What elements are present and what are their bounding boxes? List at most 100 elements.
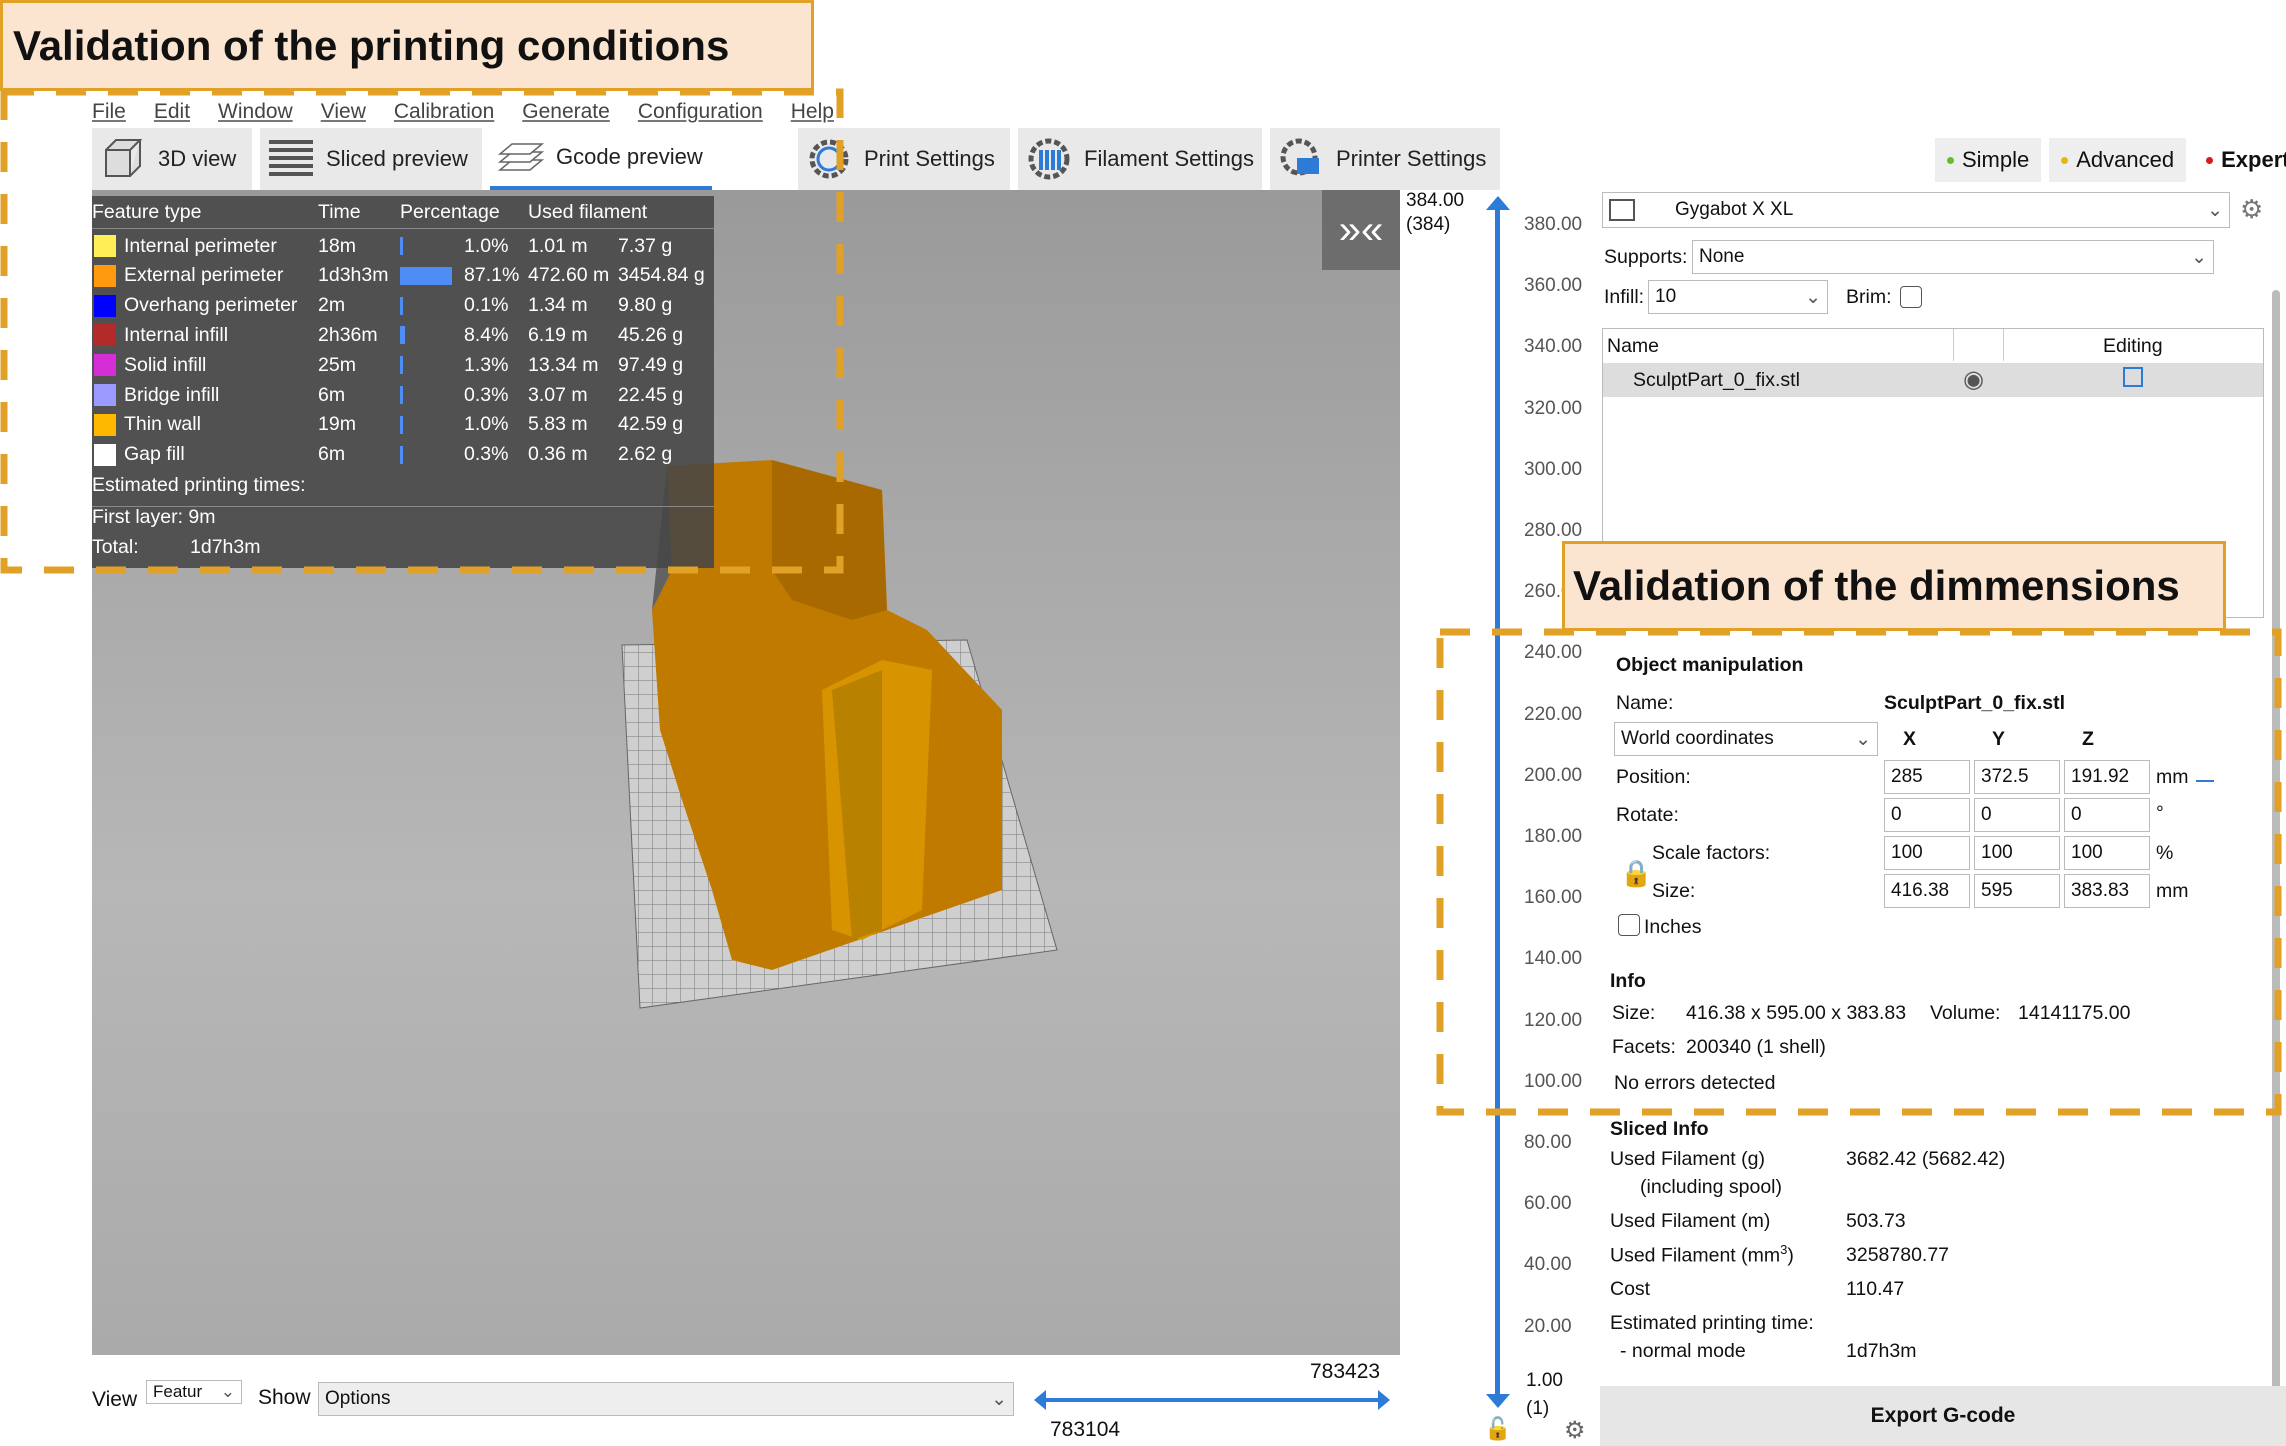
drop-to-bed-icon[interactable] [2196,764,2214,782]
column-divider [1953,329,1954,361]
inches-checkbox[interactable] [1618,914,1640,936]
legend-percentage-bar [400,445,403,464]
tab-sliced-preview[interactable]: Sliced preview [260,128,482,190]
rotate-x-input[interactable]: 0 [1884,798,1970,832]
size-y-input[interactable]: 595 [1974,874,2060,908]
sidebar-scrollbar[interactable] [2272,290,2280,1430]
layer-slider-bottom-handle[interactable] [1486,1394,1510,1408]
layer-slider-track[interactable] [1495,202,1500,1402]
legend-percentage: 0.3% [464,443,509,466]
legend-row: Gap fill 6m 0.3% 0.36 m 2.62 g [92,441,714,469]
gear-icon [804,134,854,184]
eye-icon[interactable]: ◉ [1963,365,1984,394]
size-z-input[interactable]: 383.83 [2064,874,2150,908]
unlock-icon[interactable]: 🔓 [1484,1416,1511,1442]
legend-used-length: 5.83 m [528,413,588,436]
mode-expert[interactable]: Expert [2194,138,2286,182]
legend-used-length: 0.36 m [528,443,588,466]
chevron-down-icon: ⌄ [1805,286,1821,308]
collapse-sidebar-button[interactable]: »« [1322,190,1400,270]
mode-simple[interactable]: Simple [1935,138,2042,182]
horizontal-slider-right-handle[interactable] [1378,1390,1390,1410]
legend-feature-name: Internal perimeter [124,234,277,257]
layer-tick-label: 320.00 [1524,397,1583,419]
annotation-title-dimensions: Validation of the dimmensions [1562,541,2226,631]
legend-percentage-bar [400,386,403,404]
rotate-y-input[interactable]: 0 [1974,798,2060,832]
mode-selector: Simple Advanced Expert [1935,138,2286,182]
legend-used-weight: 45.26 g [618,323,684,346]
legend-time: 25m [318,353,356,376]
legend-time: 6m [318,383,346,406]
scale-x-input[interactable]: 100 [1884,836,1970,870]
layer-slider-top-handle[interactable] [1486,196,1510,210]
chevron-down-icon: ⌄ [1855,728,1871,750]
show-options-select[interactable]: Options ⌄ [318,1382,1014,1416]
legend-percentage: 8.4% [464,323,509,346]
double-chevron-icon: »« [1338,207,1384,252]
printer-gear-icon[interactable]: ⚙ [2240,194,2263,225]
position-x-input[interactable]: 285 [1884,760,1970,794]
legend-divider [92,228,714,229]
legend-used-length: 13.34 m [528,353,599,376]
legend-percentage: 1.0% [464,234,509,257]
scale-y-input[interactable]: 100 [1974,836,2060,870]
horizontal-slider-left-handle[interactable] [1034,1390,1046,1410]
legend-color-swatch [94,235,116,257]
legend-percentage: 87.1% [464,264,520,287]
legend-used-weight: 97.49 g [618,353,684,376]
feature-legend: Feature type Time Percentage Used filame… [92,196,714,568]
tab-3d-view[interactable]: 3D view [92,128,252,190]
legend-row: Thin wall 19m 1.0% 5.83 m 42.59 g [92,411,714,439]
settings-cog-icon[interactable]: ⚙ [1564,1416,1586,1445]
scale-z-input[interactable]: 100 [2064,836,2150,870]
legend-color-swatch [94,354,116,377]
cube-icon [98,134,148,184]
layer-tick-label: 40.00 [1524,1254,1572,1276]
layer-tick-label: 340.00 [1524,336,1583,358]
infill-select[interactable]: 10 ⌄ [1648,280,1828,314]
legend-time: 2h36m [318,323,378,346]
chevron-down-icon: ⌄ [2191,246,2207,268]
view-type-select[interactable]: Featur ⌄ [146,1380,242,1404]
legend-row: External perimeter 1d3h3m 87.1% 472.60 m 345… [92,262,714,290]
layer-tick-label: 240.00 [1524,642,1583,664]
legend-feature-name: Bridge infill [124,383,220,406]
brim-checkbox[interactable] [1900,286,1922,308]
layer-tick-label: 160.00 [1524,887,1583,909]
mode-advanced[interactable]: Advanced [2049,138,2187,182]
chevron-down-icon: ⌄ [2207,199,2223,221]
export-gcode-button[interactable]: Export G-code [1600,1386,2286,1446]
legend-color-swatch [94,264,116,287]
position-y-input[interactable]: 372.5 [1974,760,2060,794]
legend-percentage-bar [400,415,403,434]
layer-tick-label: 20.00 [1524,1315,1572,1337]
supports-select[interactable]: None ⌄ [1692,240,2214,274]
tab-filament-settings[interactable]: Filament Settings [1018,128,1262,190]
legend-color-swatch [94,324,116,347]
edit-icon[interactable] [2123,367,2143,387]
layer-tick-label: 280.00 [1524,520,1583,541]
legend-used-weight: 42.59 g [618,413,684,436]
list-item[interactable]: SculptPart_0_fix.stl ◉ [1603,363,2263,397]
coordinates-select[interactable]: World coordinates ⌄ [1614,722,1878,756]
legend-feature-name: Gap fill [124,443,185,466]
position-z-input[interactable]: 191.92 [2064,760,2150,794]
tab-printer-settings[interactable]: Printer Settings [1270,128,1500,190]
rotate-z-input[interactable]: 0 [2064,798,2150,832]
legend-color-swatch [94,384,116,406]
legend-used-length: 1.34 m [528,294,588,317]
tab-print-settings[interactable]: Print Settings [798,128,1010,190]
printer-select[interactable]: Gygabot X XL ⌄ [1602,192,2230,228]
right-sidebar: Gygabot X XL ⌄ ⚙ Supports: None ⌄ Infill… [1600,190,2286,1446]
legend-feature-name: Overhang perimeter [124,294,298,317]
stacked-sheets-icon [496,132,546,182]
legend-percentage-bar [400,326,406,345]
lock-icon[interactable]: 🔒 [1620,858,1652,889]
layer-tick-label: 60.00 [1524,1193,1572,1215]
layer-tick-label: 80.00 [1524,1132,1572,1153]
tab-gcode-preview[interactable]: Gcode preview [490,128,712,190]
size-x-input[interactable]: 416.38 [1884,874,1970,908]
legend-header: Feature type Time Percentage Used filame… [92,200,648,223]
horizontal-slider-track[interactable] [1038,1398,1386,1402]
